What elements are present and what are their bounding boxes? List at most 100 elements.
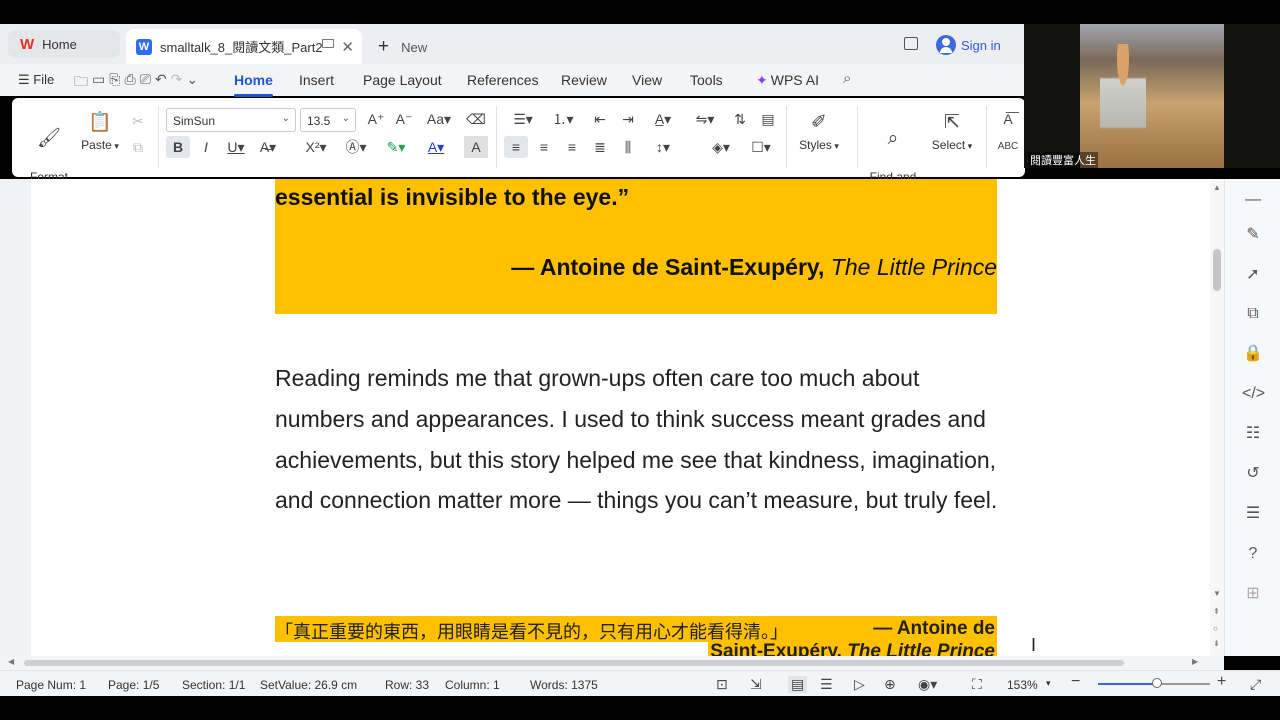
menu-tools[interactable]: Tools bbox=[690, 72, 723, 88]
numbering-icon[interactable]: ⒈▾ bbox=[548, 108, 578, 130]
browse-object-icon[interactable]: ○ bbox=[1213, 624, 1218, 633]
sign-in-button[interactable]: Sign in bbox=[936, 35, 1001, 55]
line-spacing-icon[interactable]: ↕▾ bbox=[648, 136, 678, 158]
new-tab-button[interactable]: + New bbox=[378, 36, 427, 58]
search-icon[interactable]: ⌕ bbox=[843, 70, 851, 87]
change-case-icon[interactable]: Aa▾ bbox=[424, 108, 454, 130]
text-tools-icon[interactable]: A͞ bbox=[996, 108, 1020, 130]
highlight-icon[interactable]: ✎▾ bbox=[384, 136, 408, 158]
grow-font-icon[interactable]: A⁺ bbox=[364, 108, 388, 130]
document-page[interactable]: essential is invisible to the eye.” — An… bbox=[31, 179, 1210, 656]
strikethrough-icon[interactable]: A̶▾ bbox=[256, 136, 280, 158]
status-page-num[interactable]: Page Num: 1 bbox=[16, 678, 86, 692]
font-size-select[interactable]: 13.5 ⌄ bbox=[300, 108, 356, 132]
scroll-right-icon[interactable]: ▶ bbox=[1192, 657, 1198, 666]
underline-icon[interactable]: U▾ bbox=[224, 136, 248, 158]
page-view-icon[interactable]: ▤ bbox=[788, 676, 808, 693]
chinese-layout-icon[interactable]: A̲▾ bbox=[648, 108, 678, 130]
font-name-select[interactable]: SimSun ⌄ bbox=[166, 108, 296, 132]
select-button[interactable]: ⇱ Select ▾ bbox=[928, 112, 976, 154]
play-icon[interactable]: ▷ bbox=[854, 676, 865, 693]
shading-icon[interactable]: ◈▾ bbox=[706, 136, 736, 158]
apps-grid-icon[interactable]: ⊞ bbox=[1242, 583, 1264, 605]
export-icon[interactable]: ⎘ bbox=[109, 71, 120, 95]
menu-page-layout[interactable]: Page Layout bbox=[363, 72, 442, 88]
menu-insert[interactable]: Insert bbox=[299, 72, 334, 88]
zoom-level[interactable]: 153% bbox=[1007, 678, 1038, 692]
web-view-icon[interactable]: ⊕ bbox=[884, 676, 896, 693]
text-effects-icon[interactable]: Ⓐ▾ bbox=[344, 136, 368, 158]
align-left-icon[interactable]: ≡ bbox=[504, 136, 528, 158]
pen-icon[interactable]: ✎ bbox=[1242, 224, 1264, 246]
vertical-scrollbar[interactable]: ▲ ▼ ⇞ ○ ⇟ bbox=[1210, 179, 1224, 656]
copy-icon[interactable]: ⧉ bbox=[126, 136, 150, 158]
focus-mode-icon[interactable]: ⊡ bbox=[716, 676, 728, 693]
increase-indent-icon[interactable]: ⇥ bbox=[616, 108, 640, 130]
print-icon[interactable]: ⎙ bbox=[124, 71, 135, 95]
status-section[interactable]: Section: 1/1 bbox=[182, 678, 245, 692]
italic-icon[interactable]: I bbox=[194, 136, 218, 158]
redo-icon[interactable]: ↷ bbox=[171, 71, 183, 95]
settings-sliders-icon[interactable]: ☷ bbox=[1242, 423, 1264, 445]
borders-icon[interactable]: ☐▾ bbox=[746, 136, 776, 158]
menu-view[interactable]: View bbox=[632, 72, 662, 88]
monitor-icon[interactable] bbox=[322, 39, 334, 48]
print-preview-icon[interactable]: ⎚ bbox=[140, 71, 151, 95]
document-compare-icon[interactable]: ⧉ bbox=[1242, 303, 1264, 325]
text-direction-icon[interactable]: ⇋▾ bbox=[690, 108, 720, 130]
zoom-dropdown-icon[interactable]: ▾ bbox=[1046, 678, 1051, 689]
status-page[interactable]: Page: 1/5 bbox=[108, 678, 159, 692]
customize-chevron-icon[interactable]: ⌄ bbox=[186, 71, 198, 95]
vertical-scroll-thumb[interactable] bbox=[1213, 249, 1221, 291]
menu-review[interactable]: Review bbox=[561, 72, 607, 88]
eye-protect-icon[interactable]: ◉▾ bbox=[918, 676, 937, 693]
undo-icon[interactable]: ↶ bbox=[155, 71, 167, 95]
help-icon[interactable]: ? bbox=[1242, 543, 1264, 565]
prev-page-icon[interactable]: ⇞ bbox=[1213, 607, 1220, 616]
minimize-panel-icon[interactable]: — bbox=[1242, 189, 1264, 211]
scroll-down-icon[interactable]: ▼ bbox=[1213, 589, 1221, 598]
pointer-icon[interactable]: ➚ bbox=[1242, 264, 1264, 286]
save-icon[interactable]: ▭ bbox=[92, 71, 105, 95]
bullets-icon[interactable]: ☰▾ bbox=[508, 108, 538, 130]
tab-home[interactable]: W Home bbox=[8, 30, 120, 58]
paste-button[interactable]: 📋 Paste ▾ bbox=[80, 112, 120, 154]
scroll-left-icon[interactable]: ◀ bbox=[8, 657, 14, 666]
status-setvalue[interactable]: SetValue: 26.9 cm bbox=[260, 678, 357, 692]
history-icon[interactable]: ↺ bbox=[1242, 463, 1264, 485]
align-center-icon[interactable]: ≡ bbox=[532, 136, 556, 158]
horizontal-scrollbar[interactable]: ◀ ▶ bbox=[0, 656, 1224, 670]
font-color-icon[interactable]: A▾ bbox=[424, 136, 448, 158]
fit-page-icon[interactable]: ⛶ bbox=[972, 676, 982, 693]
show-marks-icon[interactable]: ▤ bbox=[756, 108, 780, 130]
styles-button[interactable]: ✐ Styles ▾ bbox=[796, 112, 842, 154]
zoom-out-icon[interactable]: − bbox=[1071, 673, 1080, 691]
shrink-font-icon[interactable]: A⁻ bbox=[392, 108, 416, 130]
clear-format-icon[interactable]: ⌫ bbox=[464, 108, 488, 130]
lock-icon[interactable]: 🔒 bbox=[1242, 343, 1264, 365]
cut-icon[interactable]: ✂ bbox=[126, 110, 150, 132]
char-shading-icon[interactable]: A bbox=[464, 136, 488, 158]
file-menu[interactable]: ☰ File bbox=[18, 72, 54, 88]
align-right-icon[interactable]: ≡ bbox=[560, 136, 584, 158]
tab-document[interactable]: W smalltalk_8_閱讀文類_Part2.dc ✕ bbox=[126, 29, 362, 64]
window-restore-icon[interactable] bbox=[904, 37, 918, 50]
scroll-up-icon[interactable]: ▲ bbox=[1213, 183, 1221, 192]
distribute-icon[interactable]: ⫼ bbox=[616, 136, 640, 158]
open-folder-icon[interactable]: 🗀 bbox=[74, 71, 88, 95]
next-page-icon[interactable]: ⇟ bbox=[1213, 639, 1220, 648]
horizontal-scroll-thumb[interactable] bbox=[24, 660, 1124, 666]
status-row[interactable]: Row: 33 bbox=[385, 678, 429, 692]
zoom-in-icon[interactable]: + bbox=[1217, 673, 1226, 691]
decrease-indent-icon[interactable]: ⇤ bbox=[588, 108, 612, 130]
abc-icon[interactable]: ABC bbox=[996, 136, 1020, 158]
export-pdf-icon[interactable]: ⇲ bbox=[750, 676, 762, 693]
code-icon[interactable]: </> bbox=[1242, 383, 1265, 405]
superscript-icon[interactable]: X²▾ bbox=[304, 136, 328, 158]
zoom-slider-handle[interactable] bbox=[1152, 678, 1163, 688]
menu-references[interactable]: References bbox=[467, 72, 539, 88]
fullscreen-icon[interactable]: ⤢ bbox=[1250, 676, 1261, 693]
sort-icon[interactable]: ⇅ bbox=[728, 108, 752, 130]
status-words[interactable]: Words: 1375 bbox=[530, 678, 598, 692]
bold-icon[interactable]: B bbox=[166, 136, 190, 158]
